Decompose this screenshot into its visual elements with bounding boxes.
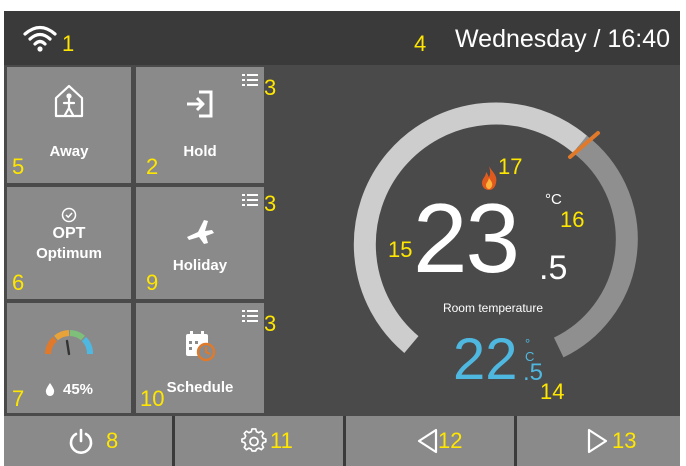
callout-10: 10	[140, 386, 165, 411]
triangle-left-icon	[417, 428, 438, 454]
callout-3: 3	[264, 75, 277, 100]
login-arrow-icon	[187, 90, 213, 118]
list-menu-icon	[242, 310, 258, 322]
temperature-display: °C 23 .5 Room temperature 22 °C .5	[267, 65, 680, 414]
room-temp-caption: Room temperature	[442, 301, 544, 315]
callout-5: 5	[12, 154, 25, 179]
callout-16: 16	[560, 207, 585, 232]
status-bar: Wednesday / 16:40	[4, 11, 680, 65]
date-time: Wednesday / 16:40	[455, 25, 670, 53]
airplane-icon	[187, 220, 214, 244]
callout-13: 13	[612, 428, 637, 453]
previous-button[interactable]	[346, 416, 514, 466]
gear-icon	[241, 428, 267, 452]
room-temp-integer: 23	[413, 183, 520, 293]
set-temp-integer[interactable]: 22	[453, 331, 518, 389]
callout-11: 11	[270, 428, 293, 453]
list-menu-icon	[242, 74, 258, 86]
home-away-icon	[54, 84, 84, 118]
callout-3: 3	[264, 191, 277, 216]
callout-12: 12	[438, 428, 463, 453]
thermostat-screen: Wednesday / 16:40 Away Hold OPT Optimum	[4, 11, 680, 466]
gauge-icon	[45, 330, 93, 356]
opt-label: OPT	[52, 225, 86, 242]
settings-button[interactable]	[175, 416, 343, 466]
humidity-value: 45%	[62, 381, 94, 398]
optimum-button[interactable]: OPT Optimum	[7, 187, 131, 299]
room-temp-decimal: .5	[539, 249, 568, 287]
callout-1: 1	[62, 31, 75, 56]
callout-17: 17	[498, 154, 523, 179]
callout-15: 15	[388, 237, 413, 262]
away-button[interactable]: Away	[7, 67, 131, 183]
callout-6: 6	[12, 270, 25, 295]
power-button[interactable]	[4, 416, 172, 466]
triangle-right-icon	[587, 428, 608, 454]
check-circle-icon	[61, 207, 77, 223]
power-icon	[69, 428, 93, 454]
callout-7: 7	[12, 386, 25, 411]
room-temp-unit: °C	[545, 191, 562, 208]
humidity-tile: 45%	[7, 303, 131, 413]
optimum-label: Optimum	[36, 245, 102, 262]
callout-9: 9	[146, 270, 159, 295]
callout-3: 3	[264, 311, 277, 336]
calendar-clock-icon	[186, 331, 216, 362]
callout-14: 14	[540, 379, 565, 404]
wifi-icon	[23, 25, 57, 52]
list-menu-icon	[242, 194, 258, 206]
callout-2: 2	[146, 154, 159, 179]
callout-8: 8	[106, 428, 119, 453]
callout-4: 4	[414, 31, 427, 56]
away-label: Away	[49, 143, 89, 160]
next-button[interactable]	[517, 416, 680, 466]
